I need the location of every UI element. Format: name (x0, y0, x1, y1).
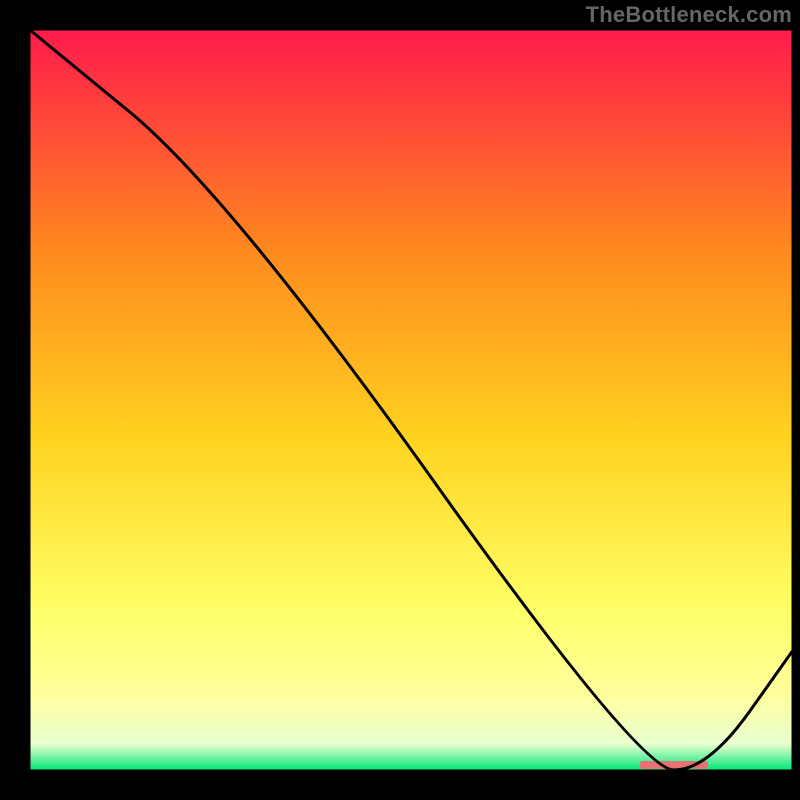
chart-container: TheBottleneck.com (0, 0, 800, 800)
plot-background (30, 30, 792, 770)
bottleneck-chart (0, 0, 800, 800)
